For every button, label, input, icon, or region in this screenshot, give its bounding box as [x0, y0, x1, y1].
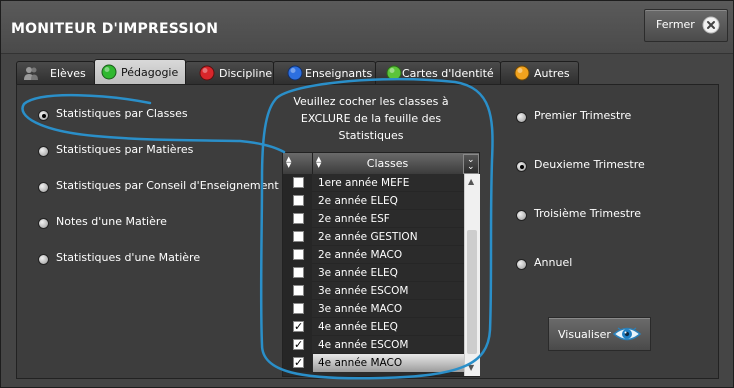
class-name: 4e année ELEQ [318, 321, 398, 333]
classes-column-header[interactable]: ▲ ▼ Classes [313, 153, 462, 174]
tab-eleves[interactable]: Elèves [16, 61, 95, 84]
class-name: 2e année MACO [318, 249, 403, 261]
radio-label: Troisième Trimestre [534, 207, 641, 220]
green-circle-icon [386, 65, 402, 81]
radio-label: Premier Trimestre [534, 109, 632, 122]
radio-label: Notes d'une Matière [56, 215, 167, 228]
blue-circle-icon [287, 65, 303, 81]
red-circle-icon [199, 65, 215, 81]
scroll-up-icon[interactable]: ▲ [468, 177, 474, 186]
tab-pedagogie-label: Pédagogie [121, 66, 179, 79]
exclude-checkbox[interactable] [293, 213, 304, 224]
tab-autres[interactable]: Autres [500, 61, 579, 84]
tab-discipline-label: Discipline [219, 67, 273, 80]
class-name: 3e année MACO [318, 303, 403, 315]
radio-label: Statistiques par Matières [56, 143, 194, 156]
radio-label: Statistiques d'une Matière [56, 251, 201, 264]
scroll-down-icon[interactable]: ▼ [468, 363, 474, 372]
tab-eleves-label: Elèves [50, 67, 86, 80]
column-chooser-button[interactable]: ⌄ ⌄ [463, 154, 479, 174]
classes-column-label: Classes [366, 157, 409, 170]
exclude-checkbox[interactable] [293, 267, 304, 278]
double-chevron-down-icon: ⌄ ⌄ [467, 155, 475, 172]
exclude-checkbox[interactable] [293, 195, 304, 206]
tab-cartes-identite[interactable]: Cartes d'Identité [375, 61, 501, 84]
table-row[interactable]: 1ere année MEFE [283, 174, 464, 192]
eye-icon [612, 327, 642, 341]
exclusion-instruction: Veuillez cocher les classes à EXCLURE de… [293, 95, 449, 142]
tab-discipline[interactable]: Discipline [185, 61, 274, 84]
tab-pedagogie[interactable]: Pédagogie [94, 59, 186, 85]
exclude-checkbox[interactable] [293, 249, 304, 260]
tab-cartes-label: Cartes d'Identité [402, 67, 494, 80]
tab-enseignants[interactable]: Enseignants [273, 61, 376, 84]
table-row[interactable]: ✓ 4e année MACO [283, 354, 464, 372]
close-circle-icon [702, 16, 720, 34]
class-name: 3e année ELEQ [318, 267, 398, 279]
class-name: 4e année MACO [318, 357, 403, 369]
exclude-checkbox[interactable] [293, 231, 304, 242]
radio-label: Annuel [534, 256, 573, 269]
radio-label: Statistiques par Classes [56, 107, 188, 120]
table-row[interactable]: 3e année ELEQ [283, 264, 464, 282]
radio-button [38, 182, 49, 193]
tab-enseignants-label: Enseignants [305, 67, 373, 80]
class-name: 4e année ESCOM [318, 339, 409, 351]
radio-button [516, 259, 527, 270]
table-row[interactable]: 3e année MACO [283, 300, 464, 318]
table-row[interactable]: ✓ 4e année ESCOM [283, 336, 464, 354]
exclude-checkbox[interactable] [293, 285, 304, 296]
scrollbar-thumb[interactable] [467, 230, 477, 354]
exclude-checkbox[interactable] [293, 303, 304, 314]
table-row[interactable]: 2e année ESF [283, 210, 464, 228]
window-title: MONITEUR D'IMPRESSION [11, 21, 219, 37]
class-name: 2e année GESTION [318, 231, 418, 243]
exclude-checkbox[interactable] [293, 177, 304, 188]
radio-button [38, 146, 49, 157]
radio-label: Deuxieme Trimestre [534, 158, 645, 171]
print-monitor-window: MONITEUR D'IMPRESSION Fermer Elèves Péda… [0, 0, 734, 388]
table-row[interactable]: ✓ 4e année ELEQ [283, 318, 464, 336]
radio-button [516, 161, 527, 172]
radio-button [38, 110, 49, 121]
classes-grid: ▲ ▼ ▲ ▼ Classes ⌄ ⌄ 1ere année MEFE 2e anné… [282, 152, 480, 377]
class-name: 3e année ESCOM [318, 285, 409, 297]
radio-button [38, 218, 49, 229]
class-name: 1ere année MEFE [318, 177, 410, 189]
check-column-header[interactable]: ▲ ▼ [283, 153, 313, 174]
table-row[interactable]: 3e année ESCOM [283, 282, 464, 300]
close-button[interactable]: Fermer [644, 9, 728, 42]
table-row[interactable]: 2e année MACO [283, 246, 464, 264]
class-name: 2e année ESF [318, 213, 390, 225]
exclude-checkbox[interactable]: ✓ [293, 357, 304, 368]
tab-autres-label: Autres [534, 67, 570, 80]
sort-icon: ▲ ▼ [286, 155, 292, 169]
title-bar: MONITEUR D'IMPRESSION Fermer [1, 1, 733, 54]
visualiser-button[interactable]: Visualiser [548, 317, 651, 351]
table-row[interactable]: 2e année GESTION [283, 228, 464, 246]
exclude-checkbox[interactable]: ✓ [293, 339, 304, 350]
grid-scrollbar[interactable]: ▲ ▼ [464, 174, 480, 376]
class-name: 2e année ELEQ [318, 195, 398, 207]
students-icon [24, 67, 38, 80]
radio-button [516, 210, 527, 221]
grid-header: ▲ ▼ ▲ ▼ Classes ⌄ ⌄ [283, 153, 479, 174]
close-button-label: Fermer [656, 18, 695, 31]
orange-circle-icon [514, 65, 530, 81]
radio-label: Statistiques par Conseil d'Enseignement [56, 179, 279, 192]
radio-button [38, 254, 49, 265]
exclude-checkbox[interactable]: ✓ [293, 321, 304, 332]
visualiser-label: Visualiser [558, 328, 611, 341]
grid-rows: 1ere année MEFE 2e année ELEQ 2e année E… [283, 174, 464, 376]
table-row[interactable]: 2e année ELEQ [283, 192, 464, 210]
radio-button [516, 112, 527, 123]
green-circle-icon [101, 64, 117, 80]
